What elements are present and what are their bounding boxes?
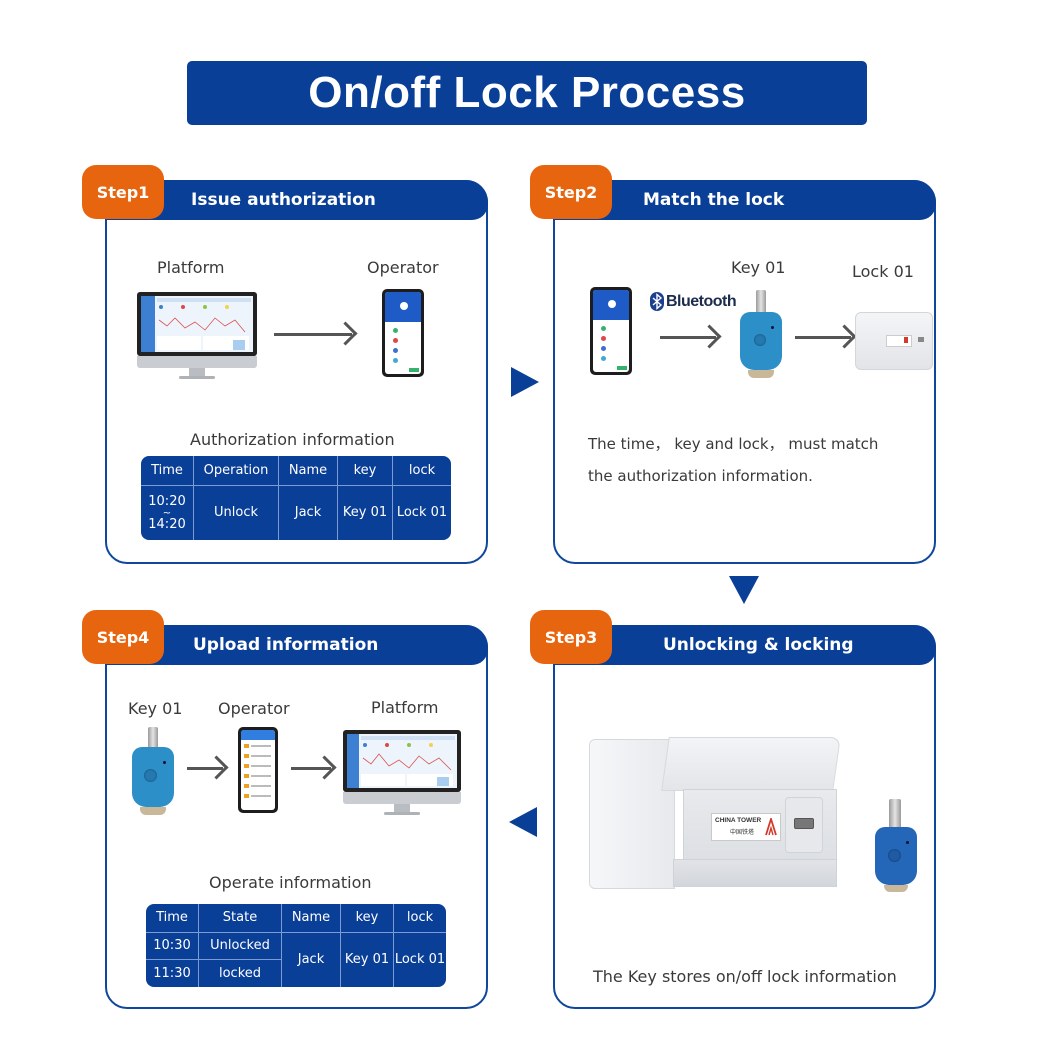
header-name: Name bbox=[278, 456, 338, 486]
lock01-label: Lock 01 bbox=[852, 262, 914, 281]
step2-description: The time， key and lock， must match the a… bbox=[588, 428, 878, 492]
authorization-table-caption: Authorization information bbox=[190, 430, 395, 449]
operator-label: Operator bbox=[367, 258, 439, 277]
step1-card: Issue authorization Platform Operator Au… bbox=[105, 180, 488, 564]
platform-label: Platform bbox=[371, 698, 439, 717]
header-lock: lock bbox=[392, 456, 451, 486]
china-tower-logo-icon bbox=[765, 818, 777, 836]
step4-badge: Step4 bbox=[82, 610, 164, 664]
cell-lock: Lock 01 bbox=[393, 931, 446, 987]
china-tower-label: CHINA TOWER 中国铁塔 bbox=[711, 813, 781, 841]
platform-monitor-icon bbox=[137, 292, 257, 380]
cell-time: 10:30 bbox=[146, 931, 199, 961]
step4-title: Upload information bbox=[193, 635, 379, 655]
page-title: On/off Lock Process bbox=[187, 61, 867, 125]
header-key: key bbox=[337, 456, 393, 486]
arrow-right-icon bbox=[291, 767, 331, 770]
header-time: Time bbox=[146, 904, 199, 933]
lock-device-image: CHINA TOWER 中国铁塔 bbox=[589, 737, 841, 889]
step2-badge: Step2 bbox=[530, 165, 612, 219]
step3-caption: The Key stores on/off lock information bbox=[593, 967, 897, 986]
flow-arrow-left-icon bbox=[509, 807, 537, 837]
cell-name: Jack bbox=[281, 931, 341, 987]
header-operation: Operation bbox=[193, 456, 279, 486]
step4-card: Upload information Key 01 Operator Platf… bbox=[105, 625, 488, 1009]
lock01-box-icon bbox=[855, 312, 933, 370]
cell-key: Key 01 bbox=[337, 484, 393, 540]
cell-state: Unlocked bbox=[198, 931, 282, 961]
header-time: Time bbox=[141, 456, 194, 486]
operator-label: Operator bbox=[218, 699, 290, 718]
operator-phone-icon bbox=[382, 289, 424, 377]
time-end: 14:20 bbox=[148, 516, 186, 532]
brand-name-cn: 中国铁塔 bbox=[730, 829, 755, 836]
bluetooth-logo: Bluetooth bbox=[650, 292, 737, 311]
time-start: 10:20 bbox=[148, 493, 186, 509]
platform-label: Platform bbox=[157, 258, 225, 277]
key01-fob-icon bbox=[129, 727, 179, 819]
step2-card: Match the lock Bluetooth Key 01 Lock 01 bbox=[553, 180, 936, 564]
arrow-right-icon bbox=[187, 767, 223, 770]
cell-operation: Unlock bbox=[193, 484, 279, 540]
key-fob-icon bbox=[873, 799, 921, 899]
arrow-right-icon bbox=[795, 336, 851, 339]
operator-phone-icon bbox=[238, 727, 278, 813]
step3-title: Unlocking & locking bbox=[663, 635, 854, 655]
authorization-table: Time Operation Name key lock 10:20 ~ 14:… bbox=[141, 456, 451, 540]
operator-phone-icon bbox=[590, 287, 632, 375]
arrow-right-icon bbox=[274, 333, 352, 336]
cell-state: locked bbox=[198, 959, 282, 987]
key01-label: Key 01 bbox=[731, 258, 786, 277]
step2-title: Match the lock bbox=[643, 190, 785, 210]
operate-table-caption: Operate information bbox=[209, 873, 372, 892]
cell-time: 10:20 ~ 14:20 bbox=[141, 484, 194, 540]
step3-badge: Step3 bbox=[530, 610, 612, 664]
header-name: Name bbox=[281, 904, 341, 933]
header-lock: lock bbox=[393, 904, 446, 933]
step2-description-line2: the authorization information. bbox=[588, 467, 813, 485]
cell-lock: Lock 01 bbox=[392, 484, 451, 540]
header-state: State bbox=[198, 904, 282, 933]
header-key: key bbox=[340, 904, 394, 933]
cell-name: Jack bbox=[278, 484, 338, 540]
step2-description-line1: The time， key and lock， must match bbox=[588, 435, 879, 453]
cell-key: Key 01 bbox=[340, 931, 394, 987]
arrow-right-icon bbox=[660, 336, 716, 339]
step1-title: Issue authorization bbox=[191, 190, 376, 210]
platform-monitor-icon bbox=[343, 730, 461, 816]
step3-card: Unlocking & locking CHINA TOWER 中国铁塔 The… bbox=[553, 625, 936, 1009]
flow-arrow-down-icon bbox=[729, 576, 759, 604]
cell-time: 11:30 bbox=[146, 959, 199, 987]
operate-table: Time State Name key lock 10:30 Unlocked … bbox=[146, 904, 446, 987]
flow-arrow-right-icon bbox=[511, 367, 539, 397]
key01-label: Key 01 bbox=[128, 699, 183, 718]
bluetooth-icon bbox=[650, 292, 664, 311]
bluetooth-label: Bluetooth bbox=[666, 292, 737, 310]
step1-badge: Step1 bbox=[82, 165, 164, 219]
brand-name: CHINA TOWER bbox=[715, 817, 762, 824]
key01-fob-icon bbox=[737, 290, 787, 382]
key-slot bbox=[785, 797, 823, 853]
